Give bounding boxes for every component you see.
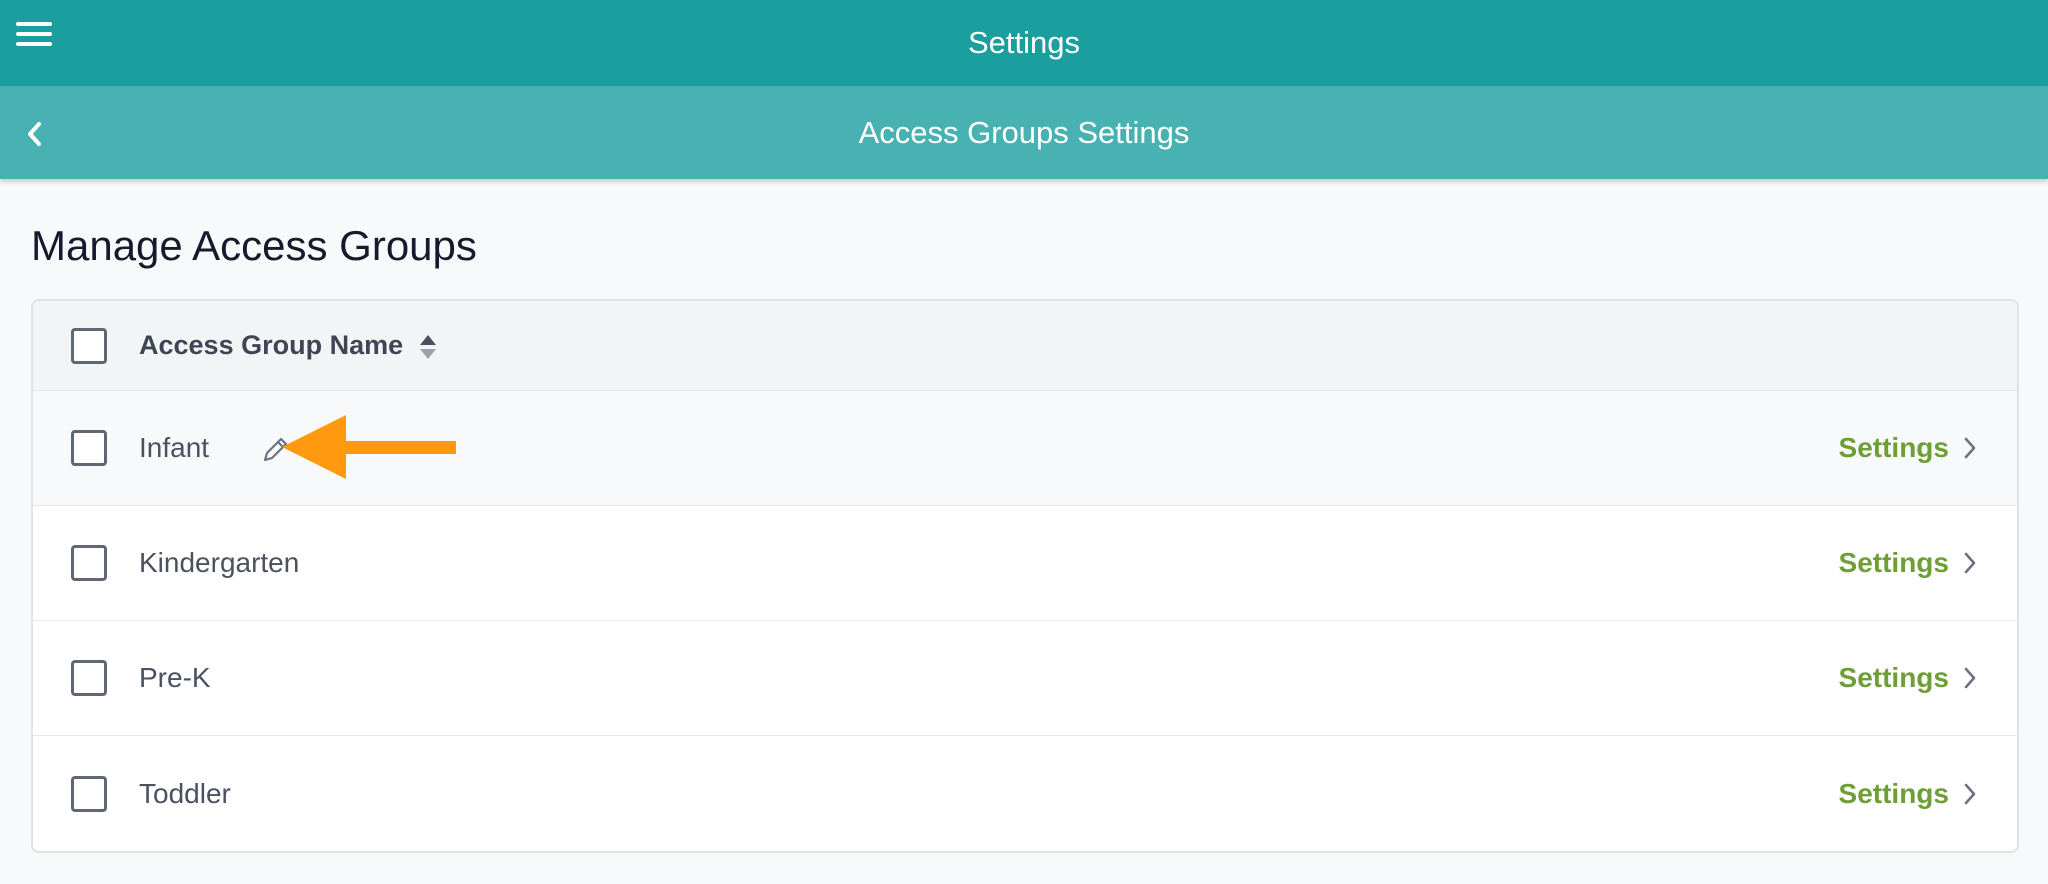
table-row[interactable]: Kindergarten Settings (33, 506, 2017, 621)
app-bar-title: Settings (967, 25, 1080, 60)
page-title: Manage Access Groups (31, 222, 477, 269)
settings-link-label: Settings (1838, 547, 1949, 578)
chevron-right-icon (1964, 783, 1976, 804)
chevron-right-icon (1964, 437, 1976, 459)
select-all-checkbox[interactable] (71, 327, 107, 364)
top-app-bar: Settings (0, 0, 2048, 86)
settings-link-label: Settings (1838, 662, 1949, 693)
settings-link[interactable]: Settings (1839, 547, 1977, 579)
access-groups-table: Access Group Name Infant Settings Kinder… (31, 299, 2019, 853)
row-checkbox[interactable] (71, 775, 107, 812)
back-button[interactable] (14, 114, 54, 154)
settings-link[interactable]: Settings (1839, 432, 1977, 464)
sub-header-title: Access Groups Settings (858, 114, 1190, 150)
settings-link-label: Settings (1838, 432, 1949, 463)
access-group-name: Toddler (139, 777, 231, 809)
settings-link-label: Settings (1838, 777, 1949, 809)
sub-header-bar: Access Groups Settings (0, 86, 2048, 179)
hamburger-menu-icon[interactable] (14, 18, 54, 50)
table-row[interactable]: Toddler Settings (33, 736, 2017, 851)
settings-link[interactable]: Settings (1839, 778, 1977, 810)
column-header-access-group-name[interactable]: Access Group Name (139, 330, 403, 361)
access-group-name: Infant (139, 432, 210, 463)
row-checkbox[interactable] (71, 660, 107, 696)
row-checkbox[interactable] (71, 430, 107, 466)
annotation-arrow-icon (282, 415, 456, 479)
chevron-right-icon (1964, 552, 1976, 574)
sort-icon[interactable] (419, 333, 437, 361)
settings-link[interactable]: Settings (1839, 662, 1977, 694)
row-checkbox[interactable] (71, 545, 107, 581)
access-group-name: Pre-K (139, 662, 211, 693)
access-group-name: Kindergarten (139, 547, 300, 578)
chevron-left-icon (28, 122, 41, 146)
table-row[interactable]: Pre-K Settings (33, 621, 2017, 736)
chevron-right-icon (1964, 667, 1976, 689)
table-header-row: Access Group Name (33, 301, 2017, 391)
